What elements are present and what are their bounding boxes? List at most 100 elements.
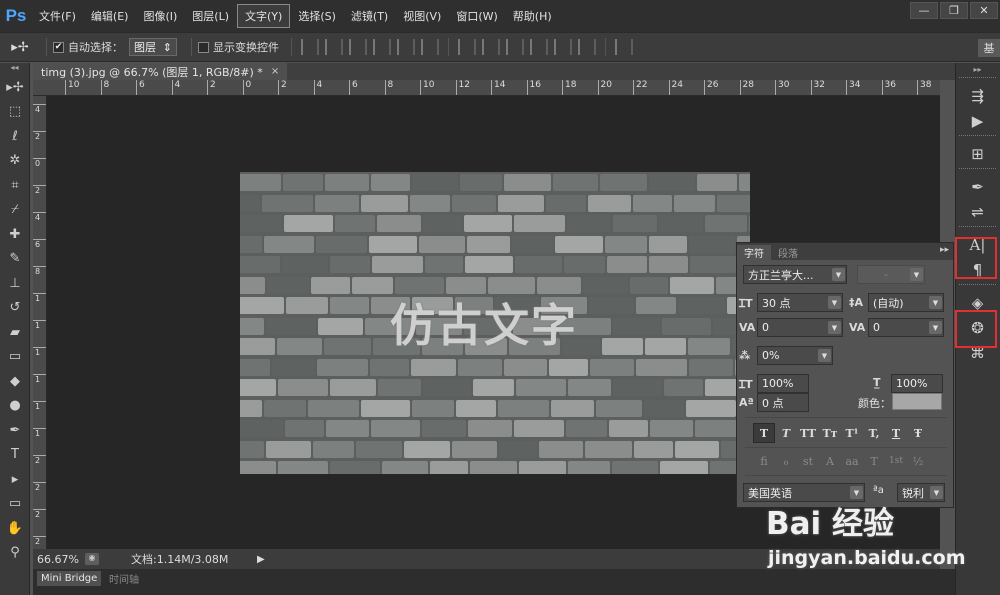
all-caps-button[interactable]: TT xyxy=(797,423,819,443)
font-size-field[interactable]: 30 点 ▼ xyxy=(757,293,843,312)
menu-item-type[interactable]: 文字(Y) xyxy=(237,4,291,28)
tsume-field[interactable]: 0% ▼ xyxy=(757,346,833,365)
kerning-field[interactable]: 0 ▼ xyxy=(757,318,843,337)
panel-menu-icon[interactable]: ▸▸ xyxy=(940,245,949,255)
actions-panel-icon[interactable]: ▶ xyxy=(959,108,996,133)
leading-field[interactable]: (自动) ▼ xyxy=(868,293,944,312)
antialias-select[interactable]: 锐利 ▼ xyxy=(897,483,945,502)
gradient-tool-icon[interactable]: ▭ xyxy=(0,345,30,370)
text-color-swatch[interactable] xyxy=(892,393,942,410)
collapse-icon[interactable]: ◂◂ xyxy=(0,63,29,75)
dodge-tool-icon[interactable]: ● xyxy=(0,394,30,419)
font-style-select[interactable]: - ▼ xyxy=(857,265,925,284)
crop-tool-icon[interactable]: ⌗ xyxy=(0,173,30,198)
align-top-icon[interactable] xyxy=(301,39,319,55)
tab-mini-bridge[interactable]: Mini Bridge xyxy=(37,571,102,586)
blur-tool-icon[interactable]: ◆ xyxy=(0,369,30,394)
align-left-icon[interactable] xyxy=(373,39,391,55)
brush-panel-icon[interactable]: ✒ xyxy=(959,174,996,199)
ordinals-button[interactable]: 1st xyxy=(885,451,907,471)
language-select[interactable]: 美国英语 ▼ xyxy=(743,483,865,502)
menu-item-help[interactable]: 帮助(H) xyxy=(506,5,559,27)
horizontal-scale-field[interactable]: 100% xyxy=(891,374,943,393)
move-tool-icon[interactable]: ▸✢ xyxy=(0,75,30,100)
brush-tool-icon[interactable]: ✎ xyxy=(0,247,30,272)
faux-bold-button[interactable]: T xyxy=(753,423,775,443)
zoom-level[interactable]: 66.67% xyxy=(33,553,79,566)
divider xyxy=(745,417,947,418)
titling-alternates-button[interactable]: aa xyxy=(841,451,863,471)
menu-item-file[interactable]: 文件(F) xyxy=(32,5,83,27)
auto-align-icon[interactable] xyxy=(615,39,633,55)
eyedropper-tool-icon[interactable]: ⌿ xyxy=(0,198,30,223)
auto-select-checkbox[interactable]: ✔ xyxy=(53,41,64,53)
pen-tool-icon[interactable]: ✒ xyxy=(0,418,30,443)
history-panel-icon[interactable]: ⇶ xyxy=(959,83,996,108)
distribute-hcenter-icon[interactable] xyxy=(554,39,572,55)
type-tool-icon[interactable]: T xyxy=(0,443,30,468)
menu-item-image[interactable]: 图像(I) xyxy=(136,5,184,27)
document-tab[interactable]: timg (3).jpg @ 66.7% (图层 1, RGB/8#) * × xyxy=(33,63,288,80)
underline-button[interactable]: T xyxy=(885,423,907,443)
eraser-tool-icon[interactable]: ▰ xyxy=(0,320,30,345)
minimize-button[interactable]: — xyxy=(910,2,938,19)
ligatures-button[interactable]: fi xyxy=(753,451,775,471)
lasso-tool-icon[interactable]: ℓ xyxy=(0,124,30,149)
magic-wand-tool-icon[interactable]: ✲ xyxy=(0,149,30,174)
align-right-icon[interactable] xyxy=(421,39,439,55)
align-vcenter-icon[interactable] xyxy=(325,39,343,55)
clone-source-panel-icon[interactable]: ⇌ xyxy=(959,199,996,224)
menu-item-edit[interactable]: 编辑(E) xyxy=(84,5,136,27)
close-icon[interactable]: × xyxy=(271,66,279,77)
menu-item-view[interactable]: 视图(V) xyxy=(396,5,448,27)
rectangle-tool-icon[interactable]: ▭ xyxy=(0,492,30,517)
small-caps-button[interactable]: Tт xyxy=(819,423,841,443)
move-tool-icon[interactable]: ▸✢ xyxy=(0,40,40,55)
clone-stamp-tool-icon[interactable]: ⊥ xyxy=(0,271,30,296)
expand-panels-icon[interactable]: ▸▸ xyxy=(959,65,996,75)
show-transform-checkbox[interactable] xyxy=(198,41,209,53)
workspace-button[interactable]: 基 xyxy=(978,39,1000,57)
brick-wall-image[interactable]: 仿古文字 xyxy=(240,172,750,474)
marquee-tool-icon[interactable]: ⬚ xyxy=(0,100,30,125)
strikethrough-button[interactable]: Ŧ xyxy=(907,423,929,443)
healing-brush-tool-icon[interactable]: ✚ xyxy=(0,222,30,247)
align-hcenter-icon[interactable] xyxy=(397,39,415,55)
discretionary-ligatures-button[interactable]: ℴ xyxy=(775,451,797,471)
vertical-scale-field[interactable]: 100% xyxy=(757,374,809,393)
font-family-select[interactable]: 方正兰亭大... ▼ xyxy=(743,265,847,284)
status-info-icon[interactable]: ◉ xyxy=(85,553,99,565)
distribute-bottom-icon[interactable] xyxy=(506,39,524,55)
distribute-left-icon[interactable] xyxy=(530,39,548,55)
stylistic-alternates-button[interactable]: A xyxy=(819,451,841,471)
status-menu-arrow-icon[interactable]: ▶ xyxy=(257,554,265,565)
menu-item-layer[interactable]: 图层(L) xyxy=(185,5,236,27)
align-bottom-icon[interactable] xyxy=(349,39,367,55)
subscript-button[interactable]: T, xyxy=(863,423,885,443)
auto-select-dropdown[interactable]: 图层 ⇕ xyxy=(129,38,177,56)
superscript-button[interactable]: T¹ xyxy=(841,423,863,443)
path-selection-tool-icon[interactable]: ▸ xyxy=(0,467,30,492)
fractions-button[interactable]: ½ xyxy=(907,451,929,471)
distribute-top-icon[interactable] xyxy=(458,39,476,55)
hand-tool-icon[interactable]: ✋ xyxy=(0,516,30,541)
ornaments-button[interactable]: T xyxy=(863,451,885,471)
distribute-vcenter-icon[interactable] xyxy=(482,39,500,55)
tab-timeline[interactable]: 时间轴 xyxy=(105,571,143,586)
properties-panel-icon[interactable]: ⊞ xyxy=(959,141,996,166)
distribute-right-icon[interactable] xyxy=(578,39,596,55)
menu-item-select[interactable]: 选择(S) xyxy=(291,5,343,27)
faux-italic-button[interactable]: T xyxy=(775,423,797,443)
tracking-field[interactable]: 0 ▼ xyxy=(868,318,944,337)
canvas-text-layer[interactable]: 仿古文字 xyxy=(390,289,578,354)
menu-item-window[interactable]: 窗口(W) xyxy=(449,5,504,27)
restore-button[interactable]: ❐ xyxy=(940,2,968,19)
zoom-tool-icon[interactable]: ⚲ xyxy=(0,541,30,566)
menu-item-filter[interactable]: 滤镜(T) xyxy=(344,5,395,27)
history-brush-tool-icon[interactable]: ↺ xyxy=(0,296,30,321)
swash-button[interactable]: st xyxy=(797,451,819,471)
tab-character[interactable]: 字符 xyxy=(737,245,771,260)
baseline-shift-field[interactable]: 0 点 xyxy=(757,393,809,412)
tab-paragraph[interactable]: 段落 xyxy=(771,245,805,260)
close-button[interactable]: ✕ xyxy=(970,2,998,19)
